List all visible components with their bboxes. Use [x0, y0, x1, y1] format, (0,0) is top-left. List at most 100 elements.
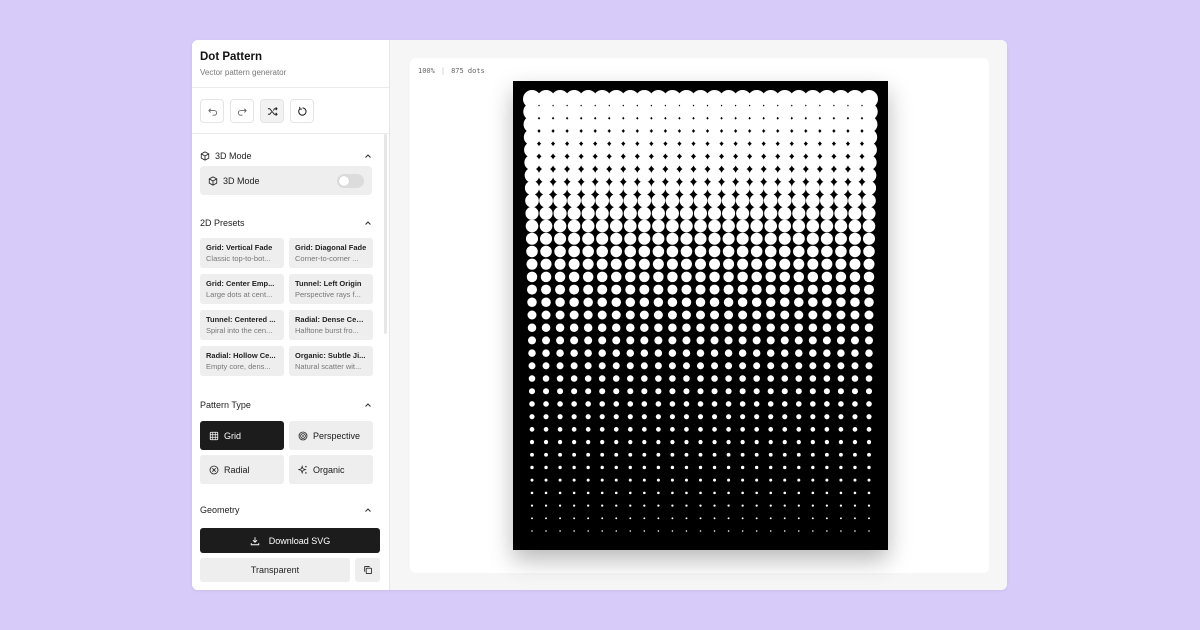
pattern-type-organic[interactable]: Organic [289, 455, 373, 484]
pattern-dot [778, 245, 791, 258]
pattern-dot [613, 414, 619, 420]
redo-button[interactable] [230, 99, 254, 123]
pattern-dot [527, 323, 537, 332]
section-header-pattern-type[interactable]: Pattern Type [200, 398, 372, 412]
preset-card[interactable]: Tunnel: Centered ... Spiral into the cen… [200, 310, 284, 340]
pattern-dot [835, 245, 847, 258]
pattern-dot [820, 219, 834, 233]
chevron-up-icon [365, 403, 371, 407]
pattern-dot [656, 465, 661, 470]
pattern-dot [637, 193, 652, 208]
pattern-dot [680, 232, 693, 245]
pattern-dot [861, 154, 877, 171]
pattern-dot [684, 427, 689, 432]
pattern-dot [769, 517, 772, 520]
pattern-dot [628, 491, 632, 495]
pattern-dot [657, 491, 660, 495]
pattern-dot [791, 167, 807, 183]
pattern-dot [666, 245, 679, 258]
pattern-dot [838, 401, 844, 407]
pattern-type-radial[interactable]: Radial [200, 455, 284, 484]
pattern-dot [584, 362, 592, 370]
scrollbar[interactable] [384, 134, 387, 334]
pattern-dot [809, 362, 817, 370]
dot-pattern-svg [513, 81, 888, 550]
pattern-dot [641, 414, 647, 420]
section-title: 3D Mode [215, 151, 252, 161]
zoom-level: 100% [418, 67, 435, 75]
pattern-dot [654, 323, 663, 332]
pattern-dot [825, 478, 829, 482]
download-svg-button[interactable]: Download SVG [200, 528, 380, 553]
preset-description: Halftone burst fro... [295, 326, 359, 335]
pattern-dot [628, 452, 633, 457]
3d-mode-toggle[interactable] [337, 174, 364, 188]
pattern-dot [782, 414, 788, 420]
pattern-dot [656, 427, 661, 432]
pattern-dot [669, 388, 676, 395]
pattern-dot [597, 310, 607, 320]
pattern-dot [708, 219, 721, 233]
pattern-dot [764, 206, 778, 220]
section-header-3d-mode[interactable]: 3D Mode [200, 149, 372, 163]
pattern-dot [538, 167, 554, 183]
pattern-dot [638, 232, 651, 245]
pattern-dot [780, 323, 789, 332]
pattern-dot [638, 245, 651, 258]
section-header-geometry[interactable]: Geometry [200, 503, 372, 517]
background-toggle-button[interactable]: Transparent [200, 558, 350, 582]
pattern-dot [867, 504, 871, 507]
pattern-dot [643, 517, 646, 520]
pattern-dot [769, 478, 773, 482]
copy-button[interactable] [355, 558, 380, 582]
preset-name: Radial: Dense Cen... [295, 315, 367, 324]
pattern-dot [769, 465, 773, 470]
pattern-dot [780, 336, 789, 345]
pattern-dot [738, 323, 747, 332]
preset-card[interactable]: Grid: Diagonal Fade Corner-to-corner ... [289, 238, 373, 268]
pattern-dot [779, 284, 790, 295]
pattern-dot [698, 452, 703, 457]
pattern-dot [613, 427, 619, 432]
pattern-dot [670, 478, 674, 482]
pattern-dot [572, 478, 576, 482]
pattern-dot [847, 167, 863, 183]
pattern-dot [641, 388, 648, 395]
pattern-preview[interactable] [513, 81, 888, 550]
pattern-dot [612, 323, 621, 332]
preset-card[interactable]: Organic: Subtle Ji... Natural scatter wi… [289, 346, 373, 376]
preset-card[interactable]: Radial: Dense Cen... Halftone burst fro.… [289, 310, 373, 340]
pattern-dot [696, 336, 705, 345]
pattern-dot [685, 504, 688, 507]
preset-name: Grid: Vertical Fade [206, 243, 273, 252]
pattern-dot [822, 336, 831, 345]
pattern-dot [680, 219, 693, 233]
pattern-dot [614, 452, 619, 457]
shuffle-button[interactable] [260, 99, 284, 123]
pattern-dot [862, 219, 876, 233]
pattern-dot [610, 258, 622, 270]
undo-button[interactable] [200, 99, 224, 123]
pattern-dot [792, 232, 805, 245]
pattern-dot [782, 452, 787, 457]
preset-card[interactable]: Radial: Hollow Ce... Empty core, dens... [200, 346, 284, 376]
pattern-dot [652, 232, 665, 245]
reset-button[interactable] [290, 99, 314, 123]
pattern-dot [599, 388, 606, 395]
preset-card[interactable]: Grid: Vertical Fade Classic top-to-bot..… [200, 238, 284, 268]
pattern-dot [636, 167, 652, 183]
pattern-dot [571, 388, 578, 395]
pattern-dot [777, 154, 793, 171]
section-header-2d-presets[interactable]: 2D Presets [200, 216, 372, 230]
chevron-up-icon [365, 221, 371, 225]
preset-card[interactable]: Grid: Center Emp... Large dots at cent..… [200, 274, 284, 304]
preset-card[interactable]: Tunnel: Left Origin Perspective rays f..… [289, 274, 373, 304]
pattern-dot [741, 478, 745, 482]
pattern-type-grid[interactable]: Grid [200, 421, 284, 450]
pattern-dot [528, 349, 536, 357]
pattern-type-perspective[interactable]: Perspective [289, 421, 373, 450]
settings-scroll-area[interactable]: 3D Mode 3D Mode 2D Presets Grid: Vertica… [192, 134, 389, 518]
pattern-dot [527, 284, 537, 295]
pattern-dot [608, 167, 624, 183]
pattern-dot [622, 154, 638, 171]
